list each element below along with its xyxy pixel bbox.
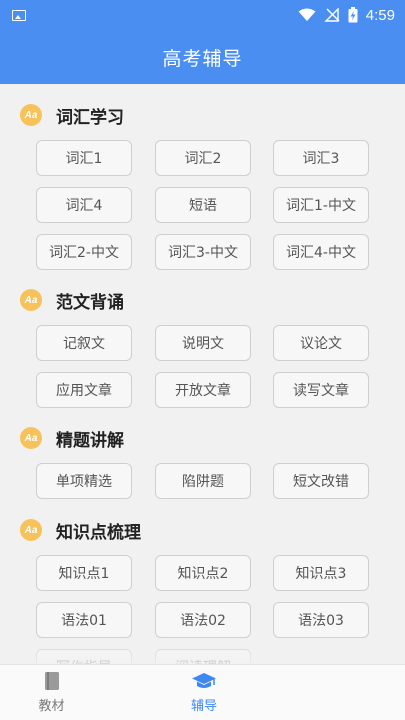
item-button[interactable]: 语法02 xyxy=(155,602,251,638)
image-icon xyxy=(12,9,26,21)
item-button[interactable]: 词汇2 xyxy=(155,140,251,176)
tab-textbook[interactable]: 教材 xyxy=(0,665,103,720)
item-button[interactable]: 读写文章 xyxy=(273,372,369,408)
section-header: Aa 范文背诵 xyxy=(20,285,124,315)
item-button[interactable]: 词汇3-中文 xyxy=(155,234,251,270)
page-title: 高考辅导 xyxy=(162,47,243,70)
item-button[interactable]: 短语 xyxy=(155,187,251,223)
item-button[interactable]: 词汇2-中文 xyxy=(36,234,132,270)
section-header: Aa 精题讲解 xyxy=(20,423,124,453)
tab-tutoring[interactable]: 辅导 xyxy=(103,665,305,720)
section-title: 精题讲解 xyxy=(56,430,124,451)
item-button[interactable]: 词汇4-中文 xyxy=(273,234,369,270)
aa-icon: Aa xyxy=(20,289,42,311)
item-button[interactable]: 开放文章 xyxy=(155,372,251,408)
battery-charging-icon xyxy=(348,7,358,23)
no-signal-icon xyxy=(324,8,340,22)
item-button[interactable]: 记叙文 xyxy=(36,325,132,361)
section-title: 知识点梳理 xyxy=(56,522,141,543)
section-title: 词汇学习 xyxy=(56,107,124,128)
graduation-cap-icon xyxy=(192,673,216,688)
item-button[interactable]: 知识点2 xyxy=(155,555,251,591)
item-button[interactable]: 写作指导 xyxy=(36,649,132,664)
item-button[interactable]: 语法01 xyxy=(36,602,132,638)
item-button[interactable]: 词汇4 xyxy=(36,187,132,223)
bottom-nav: 教材 辅导 xyxy=(0,664,405,720)
content-scroll[interactable]: Aa 词汇学习 词汇1 词汇2 词汇3 词汇4 短语 词汇1-中文 词汇2-中文… xyxy=(0,84,405,664)
item-button[interactable]: 语法03 xyxy=(273,602,369,638)
item-button[interactable]: 知识点3 xyxy=(273,555,369,591)
app-bar: 高考辅导 xyxy=(0,30,405,84)
item-button[interactable]: 陷阱题 xyxy=(155,463,251,499)
book-icon xyxy=(44,672,59,690)
item-button[interactable]: 单项精选 xyxy=(36,463,132,499)
section-model-essays: Aa 范文背诵 记叙文 说明文 议论文 应用文章 开放文章 读写文章 xyxy=(0,285,405,410)
tab-label: 辅导 xyxy=(190,699,217,714)
item-button[interactable]: 说明文 xyxy=(155,325,251,361)
item-button[interactable]: 应用文章 xyxy=(36,372,132,408)
item-button[interactable]: 词汇1 xyxy=(36,140,132,176)
section-header: Aa 知识点梳理 xyxy=(20,515,141,545)
aa-icon: Aa xyxy=(20,427,42,449)
item-button[interactable]: 词汇1-中文 xyxy=(273,187,369,223)
aa-icon: Aa xyxy=(20,104,42,126)
section-header: Aa 词汇学习 xyxy=(20,100,124,130)
item-button[interactable]: 阅读理解 xyxy=(155,649,251,664)
section-vocabulary: Aa 词汇学习 词汇1 词汇2 词汇3 词汇4 短语 词汇1-中文 词汇2-中文… xyxy=(0,100,405,275)
item-button[interactable]: 短文改错 xyxy=(273,463,369,499)
app-screen: 4:59 高考辅导 Aa 词汇学习 词汇1 词汇2 词汇3 词汇4 短语 词汇1… xyxy=(0,0,405,720)
status-bar: 4:59 xyxy=(0,0,405,30)
aa-icon: Aa xyxy=(20,519,42,541)
wifi-icon xyxy=(298,8,316,21)
item-button[interactable]: 议论文 xyxy=(273,325,369,361)
item-button[interactable]: 知识点1 xyxy=(36,555,132,591)
status-time: 4:59 xyxy=(365,6,395,24)
tab-label: 教材 xyxy=(38,699,65,714)
section-title: 范文背诵 xyxy=(56,292,124,313)
section-question-explanations: Aa 精题讲解 单项精选 陷阱题 短文改错 xyxy=(0,423,405,503)
section-knowledge-points: Aa 知识点梳理 知识点1 知识点2 知识点3 语法01 语法02 语法03 写… xyxy=(0,515,405,664)
item-button[interactable]: 词汇3 xyxy=(273,140,369,176)
